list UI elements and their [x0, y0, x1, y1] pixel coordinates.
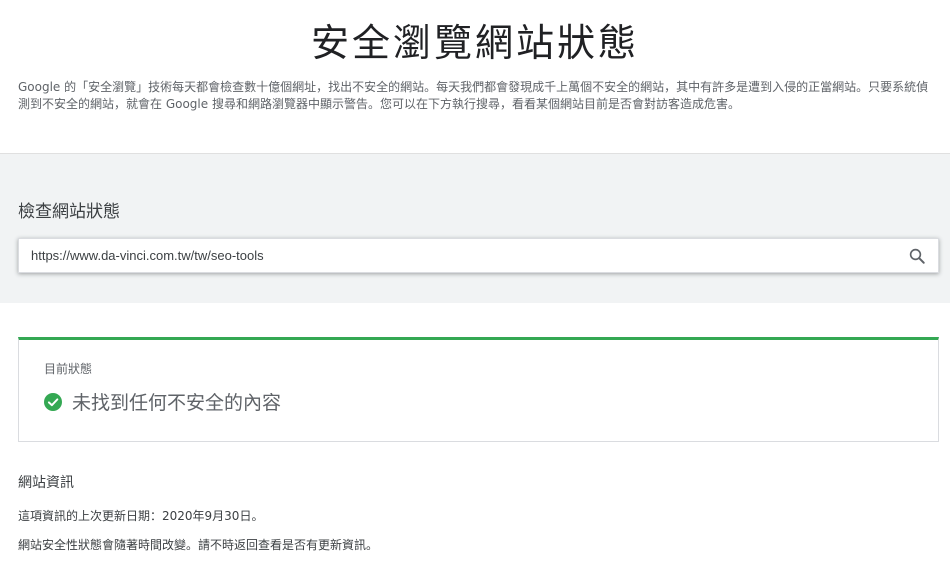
status-row: 未找到任何不安全的內容: [44, 388, 281, 415]
status-change-note: 網站安全性狀態會隨著時間改變。請不時返回查看是否有更新資訊。: [18, 538, 379, 552]
search-icon[interactable]: [908, 247, 926, 265]
last-updated-text: 這項資訊的上次更新日期：2020年9月30日。: [18, 509, 264, 523]
page-title: 安全瀏覽網站狀態: [310, 21, 639, 65]
status-card: 目前狀態 未找到任何不安全的內容: [18, 337, 939, 442]
search-box: [18, 238, 939, 273]
site-info-heading: 網站資訊: [18, 475, 74, 491]
status-label: 目前狀態: [44, 362, 93, 376]
page: 安全瀏覽網站狀態 Google 的「安全瀏覽」技術每天都會檢查數十億個網址，找出…: [0, 0, 950, 564]
search-input[interactable]: [31, 239, 891, 272]
search-heading: 檢查網站狀態: [18, 202, 120, 222]
intro-paragraph: Google 的「安全瀏覽」技術每天都會檢查數十億個網址，找出不安全的網站。每天…: [18, 80, 929, 111]
search-section: 檢查網站狀態: [0, 153, 950, 303]
status-text: 未找到任何不安全的內容: [72, 392, 282, 414]
check-circle-icon: [44, 392, 62, 411]
